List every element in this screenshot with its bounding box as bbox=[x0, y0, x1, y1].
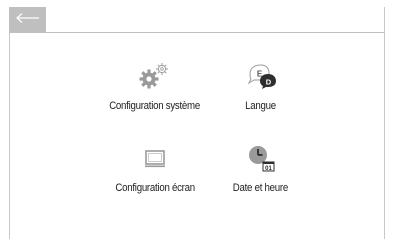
tile-screen-configuration[interactable]: Configuration écran bbox=[100, 140, 210, 194]
calendar-day-text: 01 bbox=[265, 166, 272, 172]
content-frame bbox=[9, 7, 385, 239]
clock-calendar-icon: 01 bbox=[240, 140, 280, 176]
back-arrow-icon bbox=[15, 11, 41, 29]
tile-date-time[interactable]: 01 Date et heure bbox=[220, 140, 300, 194]
settings-screen: Configuration système E D Langue Configu… bbox=[0, 0, 395, 240]
tile-system-configuration[interactable]: Configuration système bbox=[100, 58, 210, 112]
tile-label: Configuration système bbox=[109, 100, 201, 112]
tile-label: Langue bbox=[244, 100, 276, 112]
monitor-icon bbox=[135, 140, 175, 176]
tile-label: Date et heure bbox=[232, 182, 288, 194]
gears-icon bbox=[135, 58, 175, 94]
tile-language[interactable]: E D Langue bbox=[225, 58, 295, 112]
svg-text:D: D bbox=[266, 78, 272, 87]
top-bar bbox=[9, 7, 385, 33]
tile-label: Configuration écran bbox=[115, 182, 195, 194]
back-button[interactable] bbox=[9, 7, 46, 33]
language-bubbles-icon: E D bbox=[240, 58, 280, 94]
